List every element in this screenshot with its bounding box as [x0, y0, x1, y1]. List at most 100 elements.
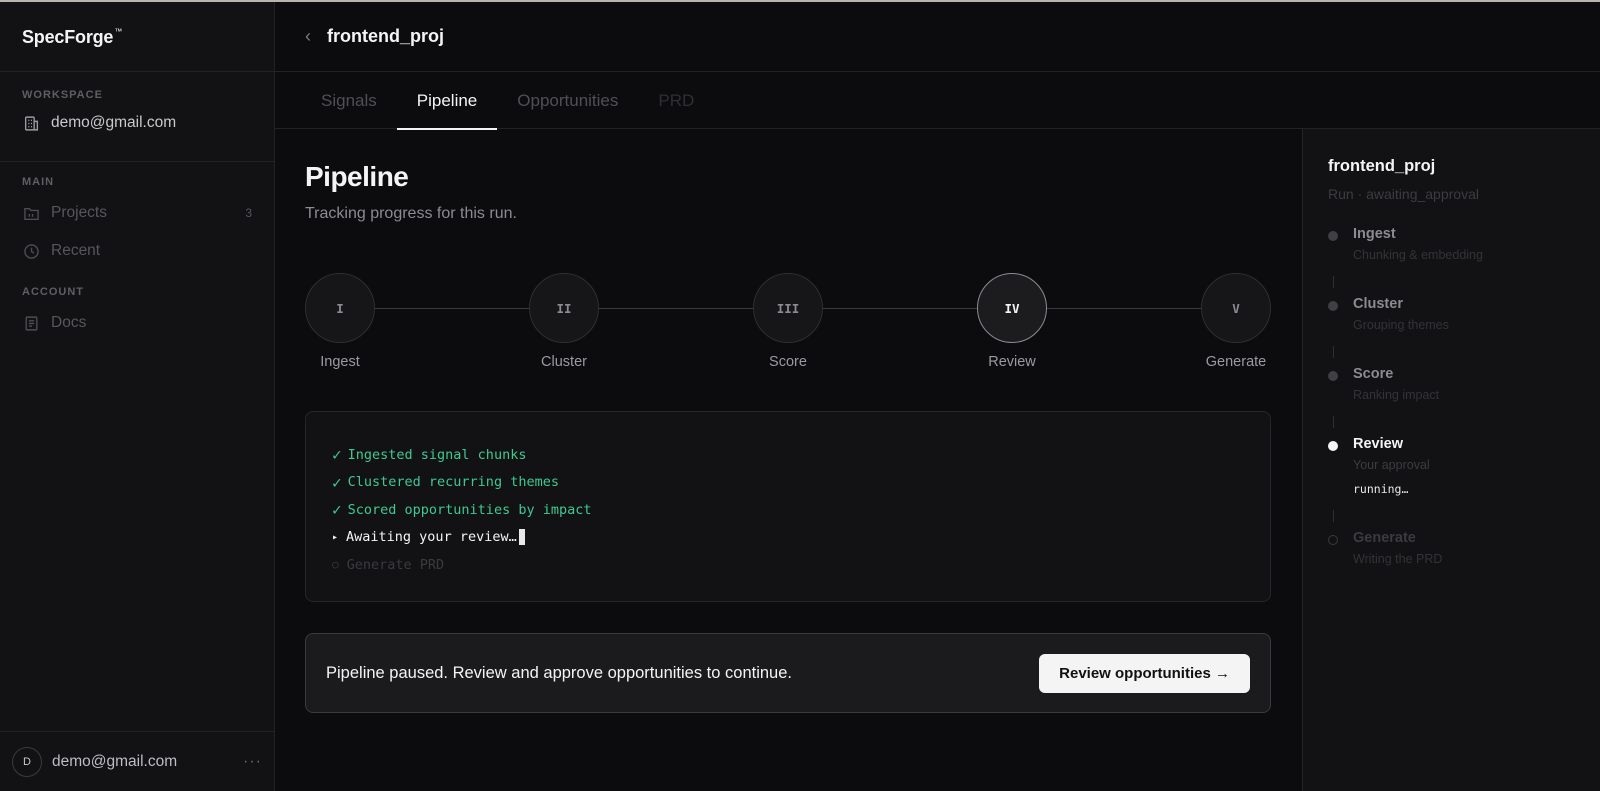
- projects-count-badge: 3: [245, 206, 252, 220]
- check-icon: ✓: [332, 445, 342, 465]
- stage-dot: [1328, 535, 1338, 545]
- workspace-selector[interactable]: demo@gmail.com: [0, 101, 274, 132]
- sidebar-item-projects[interactable]: Projects 3: [0, 194, 274, 232]
- workspace-section: WORKSPACE demo@gmail.com: [0, 72, 274, 162]
- folder-icon: [22, 204, 40, 222]
- check-icon: ✓: [332, 500, 342, 520]
- stage-description: Grouping themes: [1353, 318, 1449, 332]
- pipeline-content: Pipeline Tracking progress for this run.…: [275, 129, 1302, 791]
- stage-description: Chunking & embedding: [1353, 248, 1483, 262]
- log-line: ✓ Scored opportunities by impact: [332, 496, 1244, 524]
- avatar: D: [12, 746, 42, 777]
- log-line: ✓ Clustered recurring themes: [332, 469, 1244, 497]
- step-label: Cluster: [541, 354, 587, 370]
- stage-dot: [1328, 441, 1338, 451]
- stage-score: Score Ranking impact: [1328, 366, 1575, 402]
- more-options-icon[interactable]: ···: [243, 753, 262, 771]
- panel-project-title: frontend_proj: [1328, 157, 1436, 175]
- timeline-connector: [1333, 416, 1334, 428]
- log-text: Clustered recurring themes: [347, 474, 559, 491]
- stage-name: Review: [1353, 436, 1403, 452]
- sidebar-item-label: Recent: [51, 242, 101, 259]
- log-line-active: ▸ Awaiting your review…: [332, 524, 1244, 552]
- main-area: ‹ frontend_proj Signals Pipeline Opportu…: [275, 2, 1600, 791]
- sidebar-item-label: Docs: [51, 314, 87, 331]
- log-text: Generate PRD: [346, 556, 445, 573]
- page-title: Pipeline: [305, 161, 409, 192]
- main-label: MAIN: [22, 176, 55, 188]
- tab-bar: Signals Pipeline Opportunities PRD: [275, 72, 1600, 130]
- stage-ingest: Ingest Chunking & embedding: [1328, 226, 1575, 262]
- stage-dot: [1328, 231, 1338, 241]
- tab-prd: PRD: [658, 90, 695, 110]
- step-label: Ingest: [320, 354, 360, 370]
- sidebar-item-recent[interactable]: Recent: [0, 232, 274, 270]
- stage-description: Writing the PRD: [1353, 552, 1443, 566]
- stage-description: Your approval: [1353, 458, 1430, 472]
- user-email: demo@gmail.com: [52, 752, 178, 770]
- main-nav: MAIN Projects 3 Recent ACCOUNT Docs: [0, 162, 274, 342]
- step-label: Score: [769, 354, 807, 370]
- banner-message: Pipeline paused. Review and approve oppo…: [326, 663, 792, 682]
- stage-name: Ingest: [1353, 226, 1396, 242]
- step-circle: III: [753, 273, 823, 343]
- stage-name: Cluster: [1353, 296, 1403, 312]
- document-icon: [22, 314, 40, 332]
- step-label: Review: [988, 354, 1036, 370]
- building-icon: [22, 114, 40, 132]
- stage-status: running…: [1353, 482, 1409, 496]
- workspace-email: demo@gmail.com: [51, 114, 177, 131]
- sidebar-item-label: Projects: [51, 204, 107, 221]
- brand-logo[interactable]: SpecForge™: [0, 2, 274, 72]
- project-title: frontend_proj: [327, 26, 444, 46]
- step-score: III Score: [753, 273, 823, 370]
- stage-dot: [1328, 371, 1338, 381]
- tab-opportunities[interactable]: Opportunities: [497, 72, 638, 129]
- run-status-panel: frontend_proj Run · awaiting_approval In…: [1302, 129, 1600, 791]
- pipeline-log: ✓ Ingested signal chunks ✓ Clustered rec…: [305, 411, 1271, 602]
- tab-pipeline[interactable]: Pipeline: [396, 72, 498, 130]
- run-status-meta: Run · awaiting_approval: [1328, 186, 1479, 202]
- back-chevron-icon[interactable]: ‹: [305, 26, 311, 47]
- log-line-pending: ○ Generate PRD: [332, 551, 1244, 579]
- step-circle: V: [1201, 273, 1271, 343]
- review-opportunities-button[interactable]: Review opportunities →: [1039, 653, 1250, 693]
- step-circle: II: [529, 273, 599, 343]
- paused-banner: Pipeline paused. Review and approve oppo…: [305, 633, 1271, 713]
- step-review: IV Review: [977, 273, 1047, 370]
- stage-description: Ranking impact: [1353, 388, 1440, 402]
- log-text: Scored opportunities by impact: [347, 501, 592, 518]
- stage-name: Score: [1353, 366, 1394, 382]
- stage-generate: Generate Writing the PRD: [1328, 530, 1575, 566]
- stage-cluster: Cluster Grouping themes: [1328, 296, 1575, 332]
- stage-dot: [1328, 301, 1338, 311]
- log-line: ✓ Ingested signal chunks: [332, 441, 1244, 469]
- tab-signals[interactable]: Signals: [301, 72, 397, 129]
- timeline-connector: [1333, 346, 1334, 358]
- play-triangle-icon: ▸: [332, 531, 339, 543]
- user-menu[interactable]: D demo@gmail.com ···: [0, 731, 274, 791]
- page-subtitle: Tracking progress for this run.: [305, 205, 517, 222]
- log-text: Awaiting your review…: [346, 529, 517, 546]
- app-shell: SpecForge™ WORKSPACE demo@gmail.com MAIN…: [0, 2, 1600, 791]
- timeline-connector: [1333, 510, 1334, 522]
- step-label: Generate: [1205, 354, 1267, 370]
- step-circle: I: [305, 273, 375, 343]
- account-label: ACCOUNT: [22, 286, 84, 298]
- workspace-label: WORKSPACE: [22, 89, 103, 101]
- page-header: ‹ frontend_proj: [275, 2, 1600, 72]
- pipeline-stepper: I Ingest II Cluster III Score IV Review: [305, 273, 1271, 373]
- sidebar-item-docs[interactable]: Docs: [0, 304, 274, 342]
- stage-review: Review Your approval running…: [1328, 436, 1575, 496]
- clock-icon: [22, 242, 40, 260]
- step-ingest: I Ingest: [305, 273, 375, 370]
- check-icon: ✓: [332, 472, 342, 492]
- log-text: Ingested signal chunks: [347, 446, 527, 463]
- step-circle: IV: [977, 273, 1047, 343]
- empty-circle-icon: ○: [332, 558, 339, 572]
- terminal-cursor: [518, 529, 525, 546]
- step-generate: V Generate: [1201, 273, 1271, 370]
- stage-timeline: Ingest Chunking & embedding Cluster Grou…: [1328, 226, 1575, 566]
- step-cluster: II Cluster: [529, 273, 599, 370]
- sidebar: SpecForge™ WORKSPACE demo@gmail.com MAIN…: [0, 2, 275, 791]
